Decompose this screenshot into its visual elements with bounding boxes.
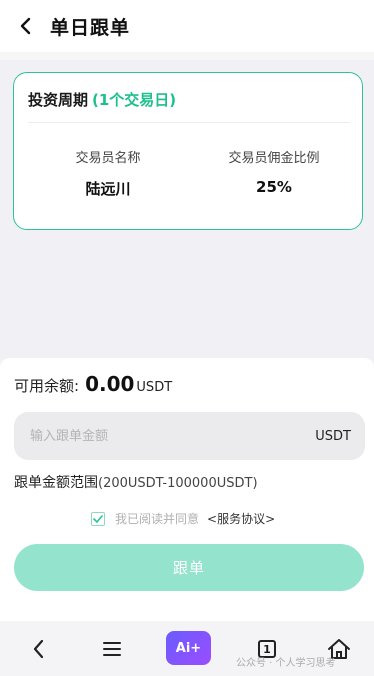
nav-menu-button[interactable]	[98, 635, 126, 663]
menu-icon	[103, 642, 121, 656]
amount-range: 跟单金额范围(200USDT-100000USDT)	[14, 472, 258, 492]
balance-unit: USDT	[136, 380, 173, 395]
range-value: (200USDT-100000USDT)	[98, 476, 258, 491]
service-agreement-link[interactable]: <服务协议>	[207, 510, 275, 527]
agreement-row: 我已阅读并同意 <服务协议>	[91, 510, 275, 527]
checkmark-icon	[93, 514, 103, 523]
page-title: 单日跟单	[50, 16, 131, 39]
trader-name-value: 陆远川	[85, 180, 131, 198]
period-label: (1个交易日)	[92, 91, 177, 109]
investment-card: 投资周期 (1个交易日) 交易员名称 陆远川 交易员佣金比例 25%	[13, 72, 363, 230]
follow-order-sheet: 可用余额: 0.00 USDT USDT 跟单金额范围(200USDT-1000…	[0, 358, 374, 621]
balance-value: 0.00	[85, 372, 135, 396]
card-title-text: 投资周期	[28, 91, 89, 109]
card-title: 投资周期 (1个交易日)	[28, 89, 176, 110]
ai-assistant-button[interactable]: Ai+	[166, 631, 211, 665]
commission-block: 交易员佣金比例 25%	[194, 147, 354, 196]
trader-name-block: 交易员名称 陆远川	[28, 147, 188, 199]
header-bar: 单日跟单	[0, 0, 374, 52]
amount-unit: USDT	[315, 428, 351, 444]
follow-order-button[interactable]: 跟单	[14, 544, 364, 591]
card-divider	[28, 122, 350, 123]
watermark: 公众号 · 个人学习思考	[236, 658, 336, 669]
agree-text: 我已阅读并同意	[115, 512, 200, 526]
nav-back-button[interactable]	[24, 635, 52, 663]
amount-input[interactable]	[14, 427, 316, 445]
agree-checkbox[interactable]	[91, 511, 105, 526]
range-label: 跟单金额范围	[14, 475, 98, 491]
balance-label: 可用余额:	[14, 377, 80, 395]
back-button[interactable]	[0, 0, 50, 52]
commission-label: 交易员佣金比例	[228, 151, 320, 166]
balance-row: 可用余额: 0.00 USDT	[14, 372, 172, 396]
trader-name-label: 交易员名称	[75, 151, 141, 166]
chevron-left-icon	[33, 639, 44, 659]
amount-field: USDT	[14, 412, 365, 460]
chevron-left-icon	[20, 17, 31, 35]
commission-value: 25%	[256, 178, 292, 196]
